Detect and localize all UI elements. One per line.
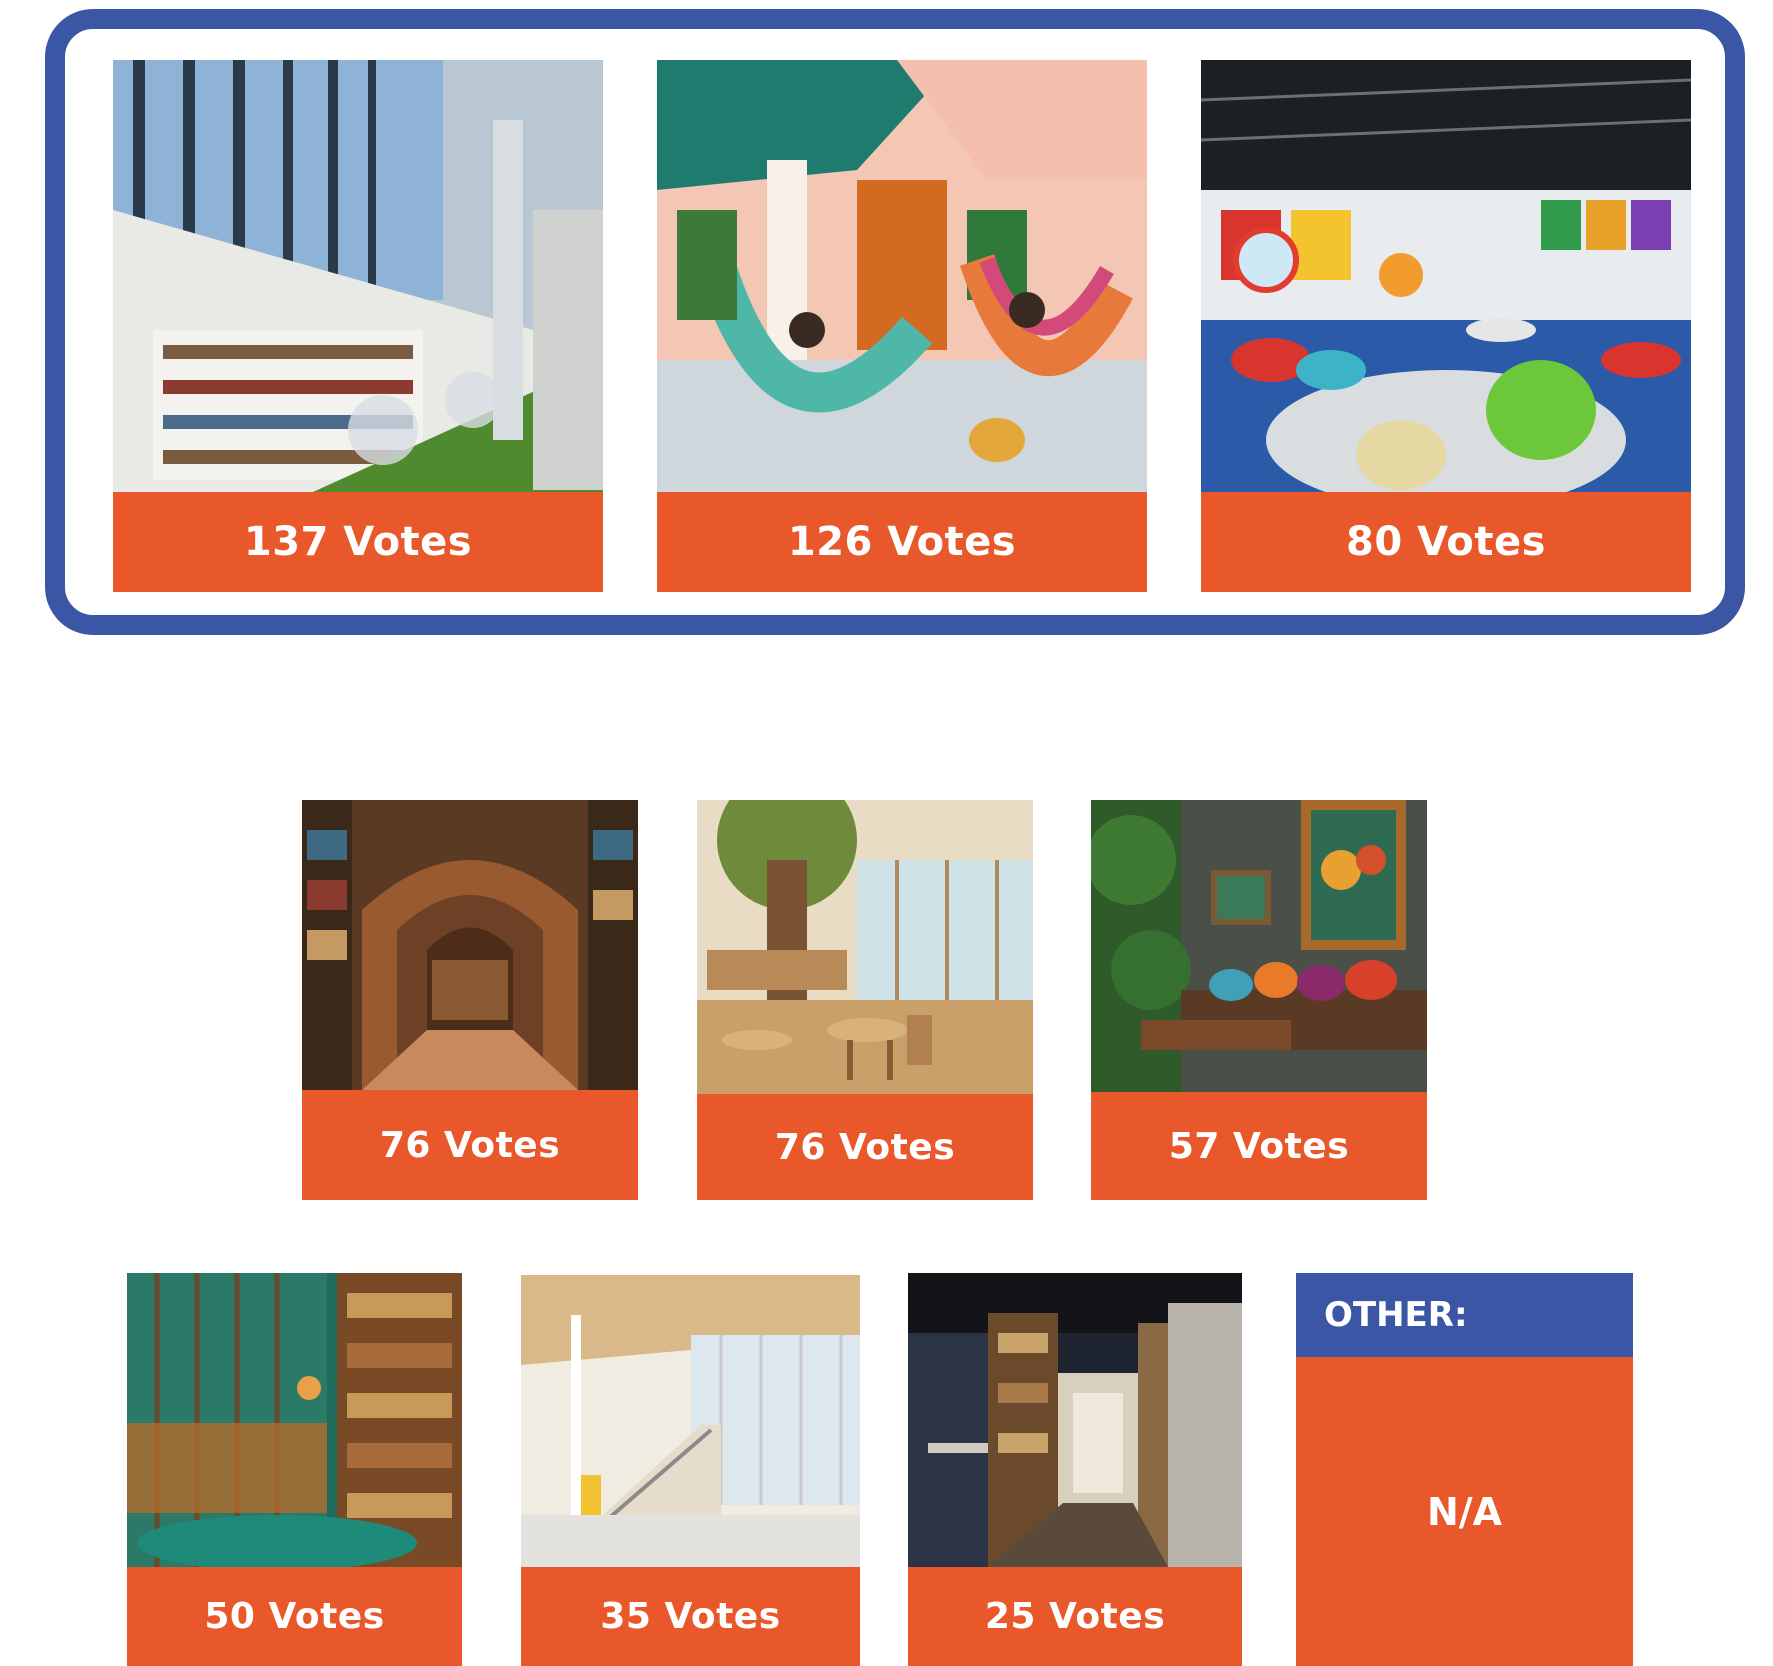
dark-corridor-library-photo	[908, 1273, 1242, 1567]
vote-count: 57 Votes	[1091, 1092, 1427, 1200]
tree-children-library-photo	[697, 800, 1033, 1094]
curved-glass-library-photo	[113, 60, 603, 492]
result-card-4[interactable]: 76 Votes	[302, 800, 638, 1200]
bright-atrium-stairs-photo	[521, 1275, 860, 1567]
other-heading: OTHER:	[1296, 1273, 1633, 1357]
vote-count: 50 Votes	[127, 1567, 462, 1666]
result-card-5[interactable]: 76 Votes	[697, 800, 1033, 1200]
colorful-pod-chairs-photo	[1201, 60, 1691, 492]
plant-cafe-lounge-photo	[1091, 800, 1427, 1092]
vote-count: 76 Votes	[302, 1090, 638, 1200]
vote-count: 25 Votes	[908, 1567, 1242, 1666]
result-card-3[interactable]: 80 Votes	[1201, 60, 1691, 592]
vote-count: 35 Votes	[521, 1567, 860, 1666]
vote-count: 137 Votes	[113, 492, 603, 592]
result-card-7[interactable]: 50 Votes	[127, 1273, 462, 1666]
green-glass-bookshelf-photo	[127, 1273, 462, 1567]
other-card[interactable]: OTHER: N/A	[1296, 1273, 1633, 1666]
result-card-8[interactable]: 35 Votes	[521, 1275, 860, 1666]
other-value: N/A	[1296, 1357, 1633, 1666]
result-card-6[interactable]: 57 Votes	[1091, 800, 1427, 1200]
hammock-lounge-photo	[657, 60, 1147, 492]
vote-count: 126 Votes	[657, 492, 1147, 592]
vote-count: 80 Votes	[1201, 492, 1691, 592]
result-card-1[interactable]: 137 Votes	[113, 60, 603, 592]
result-card-9[interactable]: 25 Votes	[908, 1273, 1242, 1666]
result-card-2[interactable]: 126 Votes	[657, 60, 1147, 592]
arched-wooden-library-photo	[302, 800, 638, 1090]
vote-count: 76 Votes	[697, 1094, 1033, 1200]
